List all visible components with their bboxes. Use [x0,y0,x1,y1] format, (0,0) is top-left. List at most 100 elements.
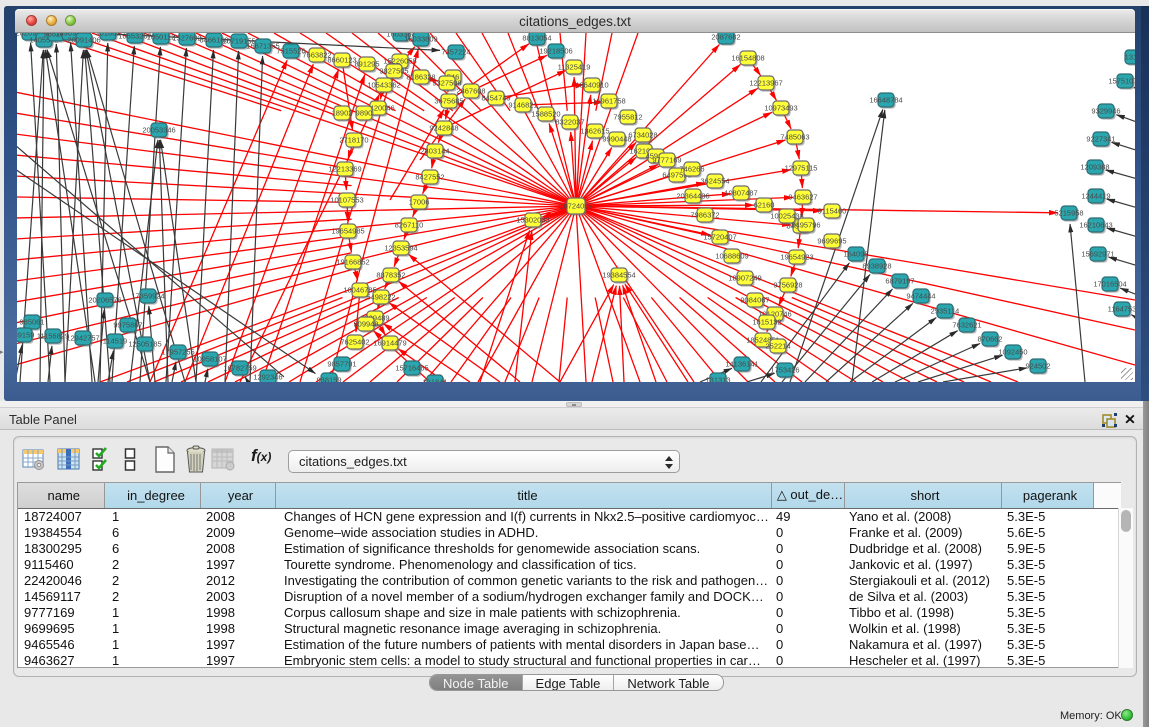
svg-text:8813054: 8813054 [522,34,551,43]
svg-text:1244419: 1244419 [1081,192,1110,201]
svg-text:8427552: 8427552 [415,173,444,182]
svg-text:11325419: 11325419 [558,63,591,72]
svg-text:16914479: 16914479 [373,339,406,348]
svg-text:909948: 909948 [353,320,378,329]
svg-text:11156829: 11156829 [37,332,69,341]
svg-text:8938928: 8938928 [862,262,891,271]
svg-text:9115460: 9115460 [818,207,847,216]
svg-text:891295: 891295 [354,60,379,69]
svg-text:19654985: 19654985 [331,227,364,236]
svg-text:924502: 924502 [1025,362,1050,371]
svg-text:9474444: 9474444 [906,292,935,301]
svg-text:1092450: 1092450 [998,348,1027,357]
svg-text:2935114: 2935114 [931,307,960,316]
svg-text:9329946: 9329946 [1091,107,1120,116]
svg-text:2718170: 2718170 [339,136,368,145]
svg-text:3624554: 3624554 [700,177,729,186]
svg-text:9084067: 9084067 [740,296,769,305]
svg-text:6879197: 6879197 [885,277,914,286]
svg-text:19218506: 19218506 [539,47,572,56]
svg-text:10688609: 10688609 [715,252,748,261]
svg-text:19654923: 19654923 [780,253,813,262]
svg-text:10958107: 10958107 [193,355,226,364]
svg-text:15692971: 15692971 [1081,250,1114,259]
svg-text:16648784: 16648784 [869,96,902,105]
svg-text:19166852: 19166852 [336,258,369,267]
svg-text:12942757: 12942757 [66,334,99,343]
svg-text:9227341: 9227341 [1086,135,1115,144]
svg-text:1615132: 1615132 [752,318,781,327]
svg-text:17016504: 17016504 [1093,280,1126,289]
svg-text:746266: 746266 [679,165,704,174]
svg-text:1312: 1312 [1125,53,1135,62]
svg-text:16210643: 16210643 [1079,221,1112,230]
svg-text:17359924: 17359924 [131,292,164,301]
svg-text:18640910: 18640910 [575,81,608,90]
svg-text:15720407: 15720407 [703,233,736,242]
svg-text:17957255: 17957255 [161,348,194,357]
svg-text:252214: 252214 [765,342,790,351]
svg-text:131841: 131841 [422,378,447,383]
svg-text:9242848: 9242848 [429,124,458,133]
svg-text:12975115: 12975115 [785,164,818,173]
svg-text:12353594: 12353594 [384,244,417,253]
svg-text:20364436: 20364436 [676,192,709,201]
svg-text:8322037: 8322037 [555,118,584,127]
svg-text:14136141: 14136141 [725,360,758,369]
svg-text:15716485: 15716485 [395,364,428,373]
svg-text:8495796: 8495796 [791,221,820,230]
svg-text:1753426: 1753426 [770,366,799,375]
svg-text:9827505: 9827505 [379,67,408,76]
svg-text:9975867: 9975867 [113,321,142,330]
svg-text:9890: 9890 [356,109,373,118]
svg-text:8660123: 8660123 [327,56,356,65]
svg-text:7632621: 7632621 [952,321,981,330]
svg-text:17006: 17006 [409,198,430,207]
svg-text:10543362: 10543362 [367,81,400,90]
svg-text:985061: 985061 [19,318,44,327]
svg-text:6734028: 6734028 [628,131,657,140]
svg-text:18724007: 18724007 [559,202,592,211]
svg-text:16671355: 16671355 [246,42,279,51]
svg-text:938159: 938159 [316,376,341,383]
svg-text:39159: 39159 [17,331,34,340]
svg-text:15302033: 15302033 [516,216,549,225]
svg-text:1292346: 1292346 [253,373,282,382]
svg-text:8454749: 8454749 [481,94,510,103]
svg-text:7986372: 7986372 [690,211,719,220]
svg-text:10973493: 10973493 [764,104,797,113]
svg-text:114519: 114519 [103,337,127,346]
svg-text:7485063: 7485063 [780,133,809,142]
svg-text:7515526: 7515526 [276,47,305,56]
svg-text:164095: 164095 [843,250,868,259]
svg-text:7357224: 7357224 [441,48,470,57]
svg-text:1050112: 1050112 [147,33,176,42]
svg-text:16782759: 16782759 [223,364,256,373]
svg-text:18902: 18902 [332,109,353,118]
svg-text:8878352: 8878352 [376,271,405,280]
svg-text:10107553: 10107553 [330,196,363,205]
svg-text:12505185: 12505185 [128,340,161,349]
svg-text:10046785: 10046785 [343,286,376,295]
svg-text:951682: 951682 [95,33,120,38]
svg-text:3675685: 3675685 [434,97,463,106]
svg-text:9699695: 9699695 [817,237,846,246]
svg-text:16154808: 16154808 [731,54,764,63]
svg-text:8267110: 8267110 [395,221,424,230]
svg-text:7955812: 7955812 [613,113,642,122]
svg-text:9857791: 9857791 [327,360,356,369]
svg-text:19384554: 19384554 [602,271,635,280]
svg-text:15751074: 15751074 [1108,77,1135,86]
svg-text:20206576: 20206576 [88,296,121,305]
svg-text:9777169: 9777169 [652,156,681,165]
svg-text:62160: 62160 [754,201,775,210]
svg-text:18907249: 18907249 [728,274,761,283]
svg-text:1209388: 1209388 [1080,163,1109,172]
svg-text:8186328: 8186328 [406,73,435,82]
svg-text:9463627: 9463627 [788,193,817,202]
svg-text:16033809: 16033809 [404,35,437,44]
svg-text:10807487: 10807487 [724,189,757,198]
svg-text:5215958: 5215958 [1054,209,1083,218]
svg-text:9146821: 9146821 [508,101,537,110]
svg-text:2087682: 2087682 [711,33,740,42]
